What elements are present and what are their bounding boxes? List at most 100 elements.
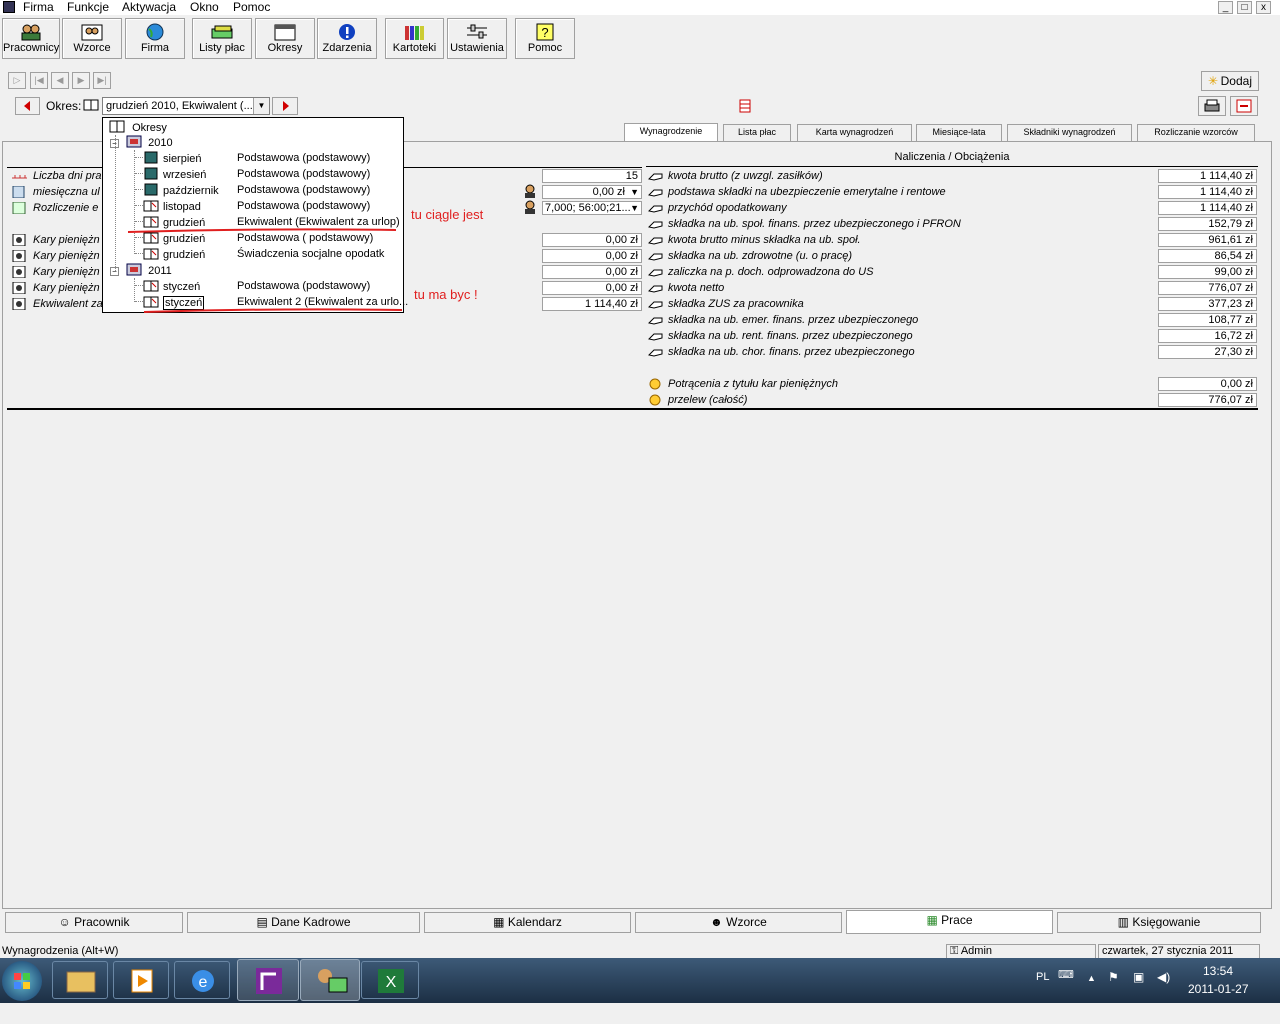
menu-funkcje[interactable]: Funkcje <box>67 0 109 14</box>
right-row-value[interactable]: 152,79 zł <box>1158 217 1257 231</box>
tree-period-item[interactable]: listopad <box>135 199 201 214</box>
nav-prev-button[interactable]: ◀ <box>51 72 69 89</box>
ledger-icon: ▥ <box>1117 915 1133 929</box>
network-icon[interactable]: ▣ <box>1133 970 1144 984</box>
volume-icon[interactable]: ◀) <box>1157 970 1170 984</box>
close-button[interactable]: x <box>1256 1 1271 14</box>
tab-karta-wynagrodzen[interactable]: Karta wynagrodzeń <box>797 124 912 141</box>
right-row-value[interactable]: 377,23 zł <box>1158 297 1257 311</box>
pracownicy-button[interactable]: Pracownicy <box>2 18 60 59</box>
right-row-value[interactable]: 1 114,40 zł <box>1158 169 1257 183</box>
calendar-icon <box>274 24 296 41</box>
left-row-value[interactable]: 0,00 zł <box>542 249 642 263</box>
books-icon <box>404 26 424 40</box>
zdarzenia-button[interactable]: Zdarzenia <box>317 18 377 59</box>
taskbar-media[interactable] <box>113 961 169 999</box>
next-period-button[interactable] <box>272 97 298 115</box>
right-row-value[interactable]: 108,77 zł <box>1158 313 1257 327</box>
nav-new-button[interactable]: ▷ <box>8 72 26 89</box>
left-row-value[interactable]: 7,000; 56:00;21... ▼ <box>542 201 642 215</box>
print-button[interactable] <box>1198 96 1226 116</box>
left-row-value[interactable]: 0,00 zł ▼ <box>542 185 642 199</box>
tree-root[interactable]: Okresy <box>109 120 167 135</box>
excel-icon: X <box>378 969 404 993</box>
clock-time[interactable]: 13:54 <box>1203 964 1233 978</box>
right-row-label: kwota brutto (z uwzgl. zasiłków) <box>668 170 823 182</box>
status-hint: Wynagrodzenia (Alt+W) <box>2 945 119 957</box>
menu-firma[interactable]: Firma <box>23 0 54 14</box>
left-row-value[interactable]: 1 114,40 zł <box>542 297 642 311</box>
right-row-label: składka ZUS za pracownika <box>668 298 804 310</box>
right-row-value[interactable]: 1 114,40 zł <box>1158 201 1257 215</box>
menu-pomoc[interactable]: Pomoc <box>233 0 270 14</box>
tree-period-item[interactable]: wrzesień <box>135 167 206 182</box>
bottom-tab-kalendarz[interactable]: ▦ Kalendarz <box>424 912 631 933</box>
menu-aktywacja[interactable]: Aktywacja <box>122 0 176 14</box>
dropdown-arrow-icon[interactable]: ▼ <box>630 202 639 214</box>
flag-icon[interactable]: ⚑ <box>1108 970 1119 984</box>
taskbar-excel[interactable]: X <box>361 961 419 999</box>
nav-last-button[interactable]: ▶| <box>93 72 111 89</box>
menu-okno[interactable]: Okno <box>190 0 219 14</box>
left-row-value[interactable]: 15 <box>542 169 642 183</box>
hand-money-icon <box>647 266 663 278</box>
right-row-value[interactable]: 86,54 zł <box>1158 249 1257 263</box>
tree-period-item[interactable]: sierpień <box>135 151 202 166</box>
clock-date[interactable]: 2011-01-27 <box>1188 982 1249 996</box>
okresy-button[interactable]: Okresy <box>255 18 315 59</box>
sliders-icon <box>467 24 487 39</box>
taskbar-app-purple[interactable] <box>237 959 299 1001</box>
refresh-button[interactable] <box>1230 96 1258 116</box>
start-button[interactable] <box>2 961 42 1001</box>
right-row-value[interactable]: 16,72 zł <box>1158 329 1257 343</box>
person-icon <box>525 200 535 214</box>
bottom-tab-dane-kadrowe[interactable]: ▤ Dane Kadrowe <box>187 912 420 933</box>
taskbar-ie[interactable]: e <box>174 961 230 999</box>
tab-lista-plac[interactable]: Lista płac <box>723 124 791 141</box>
dodaj-button[interactable]: ✳ Dodaj <box>1201 71 1259 91</box>
globe-icon <box>146 23 164 41</box>
keyboard-icon[interactable]: ⌨ <box>1058 968 1074 981</box>
okres-select[interactable]: grudzień 2010, Ekwiwalent (... ▼ <box>102 97 270 115</box>
left-row-value[interactable]: 0,00 zł <box>542 265 642 279</box>
bottom-tab-wzorce[interactable]: ☻ Wzorce <box>635 912 842 933</box>
tray-expand-icon[interactable]: ▲ <box>1087 973 1096 983</box>
tab-miesiace-lata[interactable]: Miesiące-lata <box>916 124 1002 141</box>
right-row-value[interactable]: 0,00 zł <box>1158 377 1257 391</box>
language-indicator[interactable]: PL <box>1036 971 1049 983</box>
right-row-value[interactable]: 99,00 zł <box>1158 265 1257 279</box>
firma-button[interactable]: Firma <box>125 18 185 59</box>
kartoteki-button[interactable]: Kartoteki <box>385 18 444 59</box>
bottom-tab-ksiegowanie[interactable]: ▥ Księgowanie <box>1057 912 1261 933</box>
taskbar-explorer[interactable] <box>52 961 108 999</box>
wzorce-button[interactable]: Wzorce <box>62 18 122 59</box>
bottom-tab-pracownik[interactable]: ☺ Pracownik <box>5 912 183 933</box>
collapse-icon[interactable]: − <box>110 267 119 276</box>
tab-skladniki-wynagrodzen[interactable]: Składniki wynagrodzeń <box>1007 124 1132 141</box>
listy-plac-button[interactable]: Listy płac <box>192 18 252 59</box>
right-row-value[interactable]: 776,07 zł <box>1158 393 1257 407</box>
dropdown-arrow-icon[interactable]: ▼ <box>630 186 639 198</box>
tab-wynagrodzenie[interactable]: Wynagrodzenie <box>624 123 718 142</box>
taskbar-payroll-app[interactable] <box>300 959 360 1001</box>
right-row-value[interactable]: 961,61 zł <box>1158 233 1257 247</box>
taskbar: e X PL ⌨ ▲ ⚑ ▣ ◀) 13:54 2011-01-27 <box>0 958 1280 1003</box>
restore-button[interactable]: □ <box>1237 1 1252 14</box>
tree-period-item[interactable]: październik <box>135 183 219 198</box>
left-row-value[interactable]: 0,00 zł <box>542 233 642 247</box>
right-row-value[interactable]: 27,30 zł <box>1158 345 1257 359</box>
bottom-tab-prace[interactable]: ▦ Prace <box>846 910 1053 934</box>
nav-next-button[interactable]: ▶ <box>72 72 90 89</box>
tab-rozliczanie-wzorcow[interactable]: Rozliczanie wzorców <box>1137 124 1255 141</box>
collapse-icon[interactable]: − <box>110 139 119 148</box>
prev-period-button[interactable] <box>15 97 40 115</box>
left-row-value[interactable]: 0,00 zł <box>542 281 642 295</box>
nav-first-button[interactable]: |◀ <box>30 72 48 89</box>
chevron-down-icon[interactable]: ▼ <box>253 98 269 114</box>
minimize-button[interactable]: _ <box>1218 1 1233 14</box>
pomoc-button[interactable]: ? Pomoc <box>515 18 575 59</box>
ustawienia-button[interactable]: Ustawienia <box>447 18 507 59</box>
tree-year-2010[interactable]: − 2010 <box>110 135 173 150</box>
right-row-value[interactable]: 1 114,40 zł <box>1158 185 1257 199</box>
right-row-value[interactable]: 776,07 zł <box>1158 281 1257 295</box>
